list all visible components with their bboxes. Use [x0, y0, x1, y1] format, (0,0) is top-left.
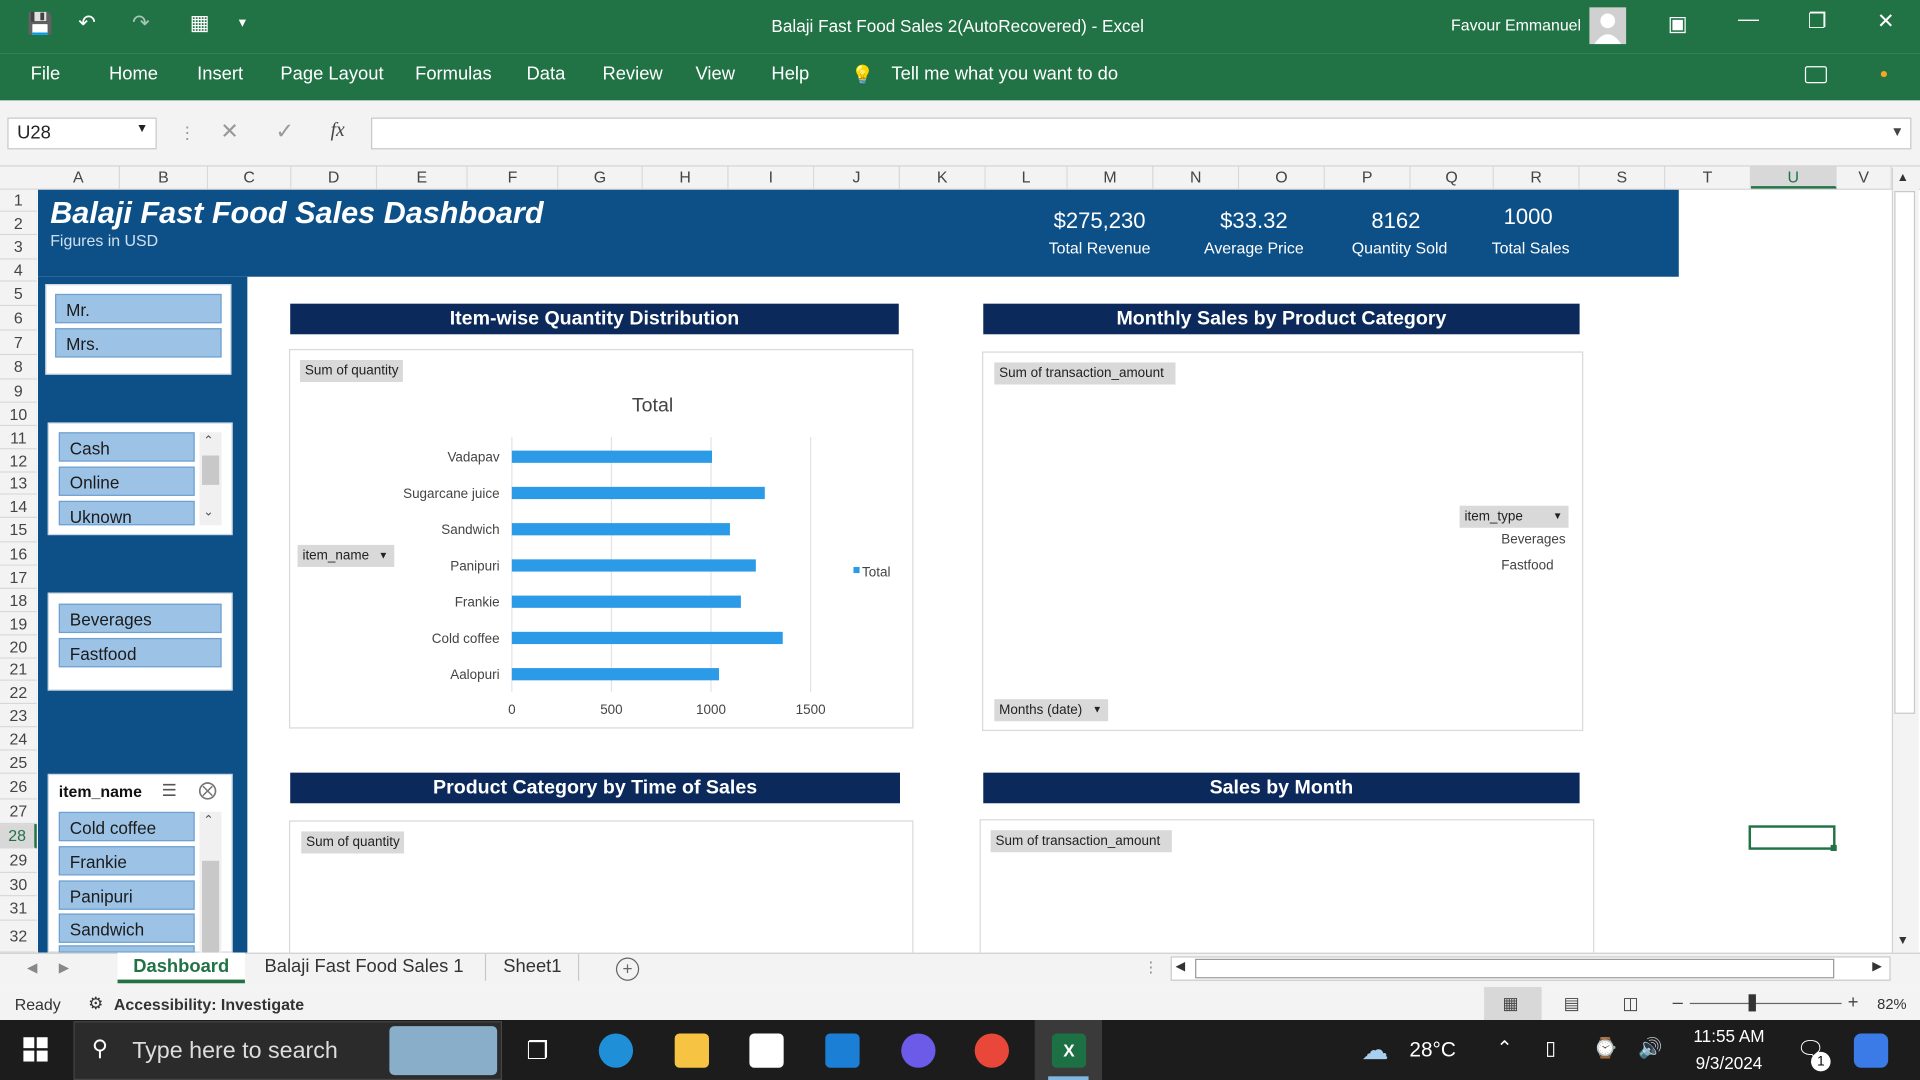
- active-indicator: [1048, 1076, 1089, 1080]
- show-hidden-icons-icon[interactable]: ⌃: [1496, 1036, 1512, 1060]
- search-placeholder: Type here to search: [132, 1038, 338, 1065]
- chart-header: Monthly Sales by Product Category: [983, 303, 1580, 335]
- category-label: Cold coffee: [432, 631, 500, 646]
- tab-scroll-right-icon[interactable]: ▶: [59, 960, 69, 976]
- category-label: Frankie: [455, 595, 500, 610]
- scroll-right-icon[interactable]: ▶: [1872, 960, 1881, 973]
- tick-label: 0: [508, 702, 515, 717]
- device-icon[interactable]: ▯: [1545, 1036, 1556, 1060]
- category-label: Vadapav: [447, 450, 499, 465]
- search-highlight-image[interactable]: [389, 1026, 498, 1076]
- sheet-tab[interactable]: Sheet1: [503, 956, 561, 977]
- legend-field-label: item_type: [1464, 509, 1523, 525]
- excel-icon: X: [1051, 1033, 1087, 1068]
- sheet-tab[interactable]: Balaji Fast Food Sales 1: [264, 956, 463, 977]
- legend-field-button[interactable]: item_type ▼: [1459, 505, 1569, 528]
- tab-divider: [577, 953, 580, 981]
- monthly-category-chart[interactable]: [982, 351, 1584, 732]
- store-icon[interactable]: [749, 1033, 784, 1068]
- category-label: Sandwich: [441, 522, 499, 537]
- filter-label: Months (date): [999, 702, 1083, 718]
- months-filter-button[interactable]: Months (date) ▼: [994, 699, 1109, 722]
- add-sheet-icon[interactable]: +: [615, 957, 640, 981]
- chart-header: Sales by Month: [983, 772, 1580, 804]
- sheet-tab-dashboard[interactable]: Dashboard: [117, 952, 245, 984]
- field-button[interactable]: Sum of transaction_amount: [990, 830, 1172, 853]
- scroll-down-icon[interactable]: ▼: [1897, 934, 1909, 947]
- fill-handle[interactable]: [1830, 844, 1837, 852]
- tab-scroll-left-icon[interactable]: ◀: [27, 960, 37, 976]
- bar: [511, 523, 730, 536]
- legend-label: Fastfood: [1501, 558, 1554, 574]
- chevron-down-icon: ▼: [1552, 510, 1563, 522]
- copilot-pre-icon[interactable]: [1853, 1033, 1889, 1068]
- tick-label: 1500: [796, 702, 826, 717]
- field-button[interactable]: Sum of quantity: [301, 831, 405, 854]
- tick-label: 1000: [696, 702, 726, 717]
- scroll-left-icon[interactable]: ◀: [1176, 960, 1185, 973]
- weather-icon: ☁: [1361, 1034, 1389, 1066]
- category-label: Panipuri: [450, 558, 499, 573]
- h-scroll-thumb[interactable]: [1195, 958, 1835, 979]
- tick-label: 500: [600, 702, 622, 717]
- edge-icon[interactable]: [598, 1033, 634, 1068]
- weather-temp[interactable]: 28°C: [1409, 1038, 1456, 1062]
- scroll-thumb[interactable]: [1894, 191, 1916, 714]
- page-break-icon[interactable]: ◫: [1622, 993, 1638, 1014]
- accessibility-icon: ⚙: [88, 993, 104, 1013]
- chrome-icon[interactable]: [974, 1033, 1009, 1068]
- legend-label: Total: [862, 565, 891, 581]
- bar: [511, 595, 741, 608]
- selected-cell[interactable]: [1748, 825, 1836, 850]
- zoom-level[interactable]: 82%: [1877, 996, 1906, 1013]
- page-layout-icon[interactable]: ▤: [1564, 993, 1580, 1014]
- bar: [511, 631, 783, 645]
- zoom-out-icon[interactable]: –: [1673, 992, 1683, 1013]
- mail-icon[interactable]: [825, 1033, 860, 1068]
- category-label: Aalopuri: [450, 667, 499, 682]
- zoom-slider-thumb[interactable]: [1748, 994, 1756, 1012]
- chevron-down-icon: ▼: [1092, 704, 1103, 716]
- accessibility-status[interactable]: Accessibility: Investigate: [114, 996, 304, 1014]
- legend-label: Beverages: [1501, 532, 1566, 548]
- field-button[interactable]: Sum of transaction_amount: [994, 362, 1176, 385]
- zoom-slider[interactable]: [1689, 1002, 1842, 1005]
- legend-swatch: [853, 566, 860, 574]
- copilot-icon[interactable]: [901, 1033, 936, 1068]
- split-handle-icon[interactable]: ⋮: [1144, 959, 1159, 976]
- tab-divider: [484, 953, 487, 981]
- clock-date[interactable]: 9/3/2024: [1690, 1053, 1768, 1073]
- status-ready: Ready: [14, 995, 61, 1014]
- volume-icon[interactable]: 🔊: [1638, 1036, 1662, 1060]
- bar: [511, 486, 765, 500]
- clock-time[interactable]: 11:55 AM: [1690, 1026, 1768, 1046]
- scroll-up-icon[interactable]: ▲: [1897, 171, 1909, 184]
- zoom-in-icon[interactable]: +: [1848, 992, 1859, 1013]
- file-explorer-icon[interactable]: [674, 1033, 709, 1068]
- wifi-icon[interactable]: ⌚: [1593, 1036, 1617, 1060]
- task-view-icon[interactable]: ❐: [527, 1036, 549, 1067]
- category-label: Sugarcane juice: [403, 486, 499, 501]
- windows-start-icon[interactable]: [23, 1037, 48, 1062]
- normal-view-icon: ▦: [1502, 993, 1519, 1013]
- bar: [511, 559, 756, 572]
- bar: [511, 450, 713, 463]
- notification-badge: 1: [1811, 1051, 1831, 1072]
- search-icon: ⚲: [91, 1035, 108, 1061]
- bar: [511, 668, 719, 681]
- chart-header: Product Category by Time of Sales: [290, 772, 901, 804]
